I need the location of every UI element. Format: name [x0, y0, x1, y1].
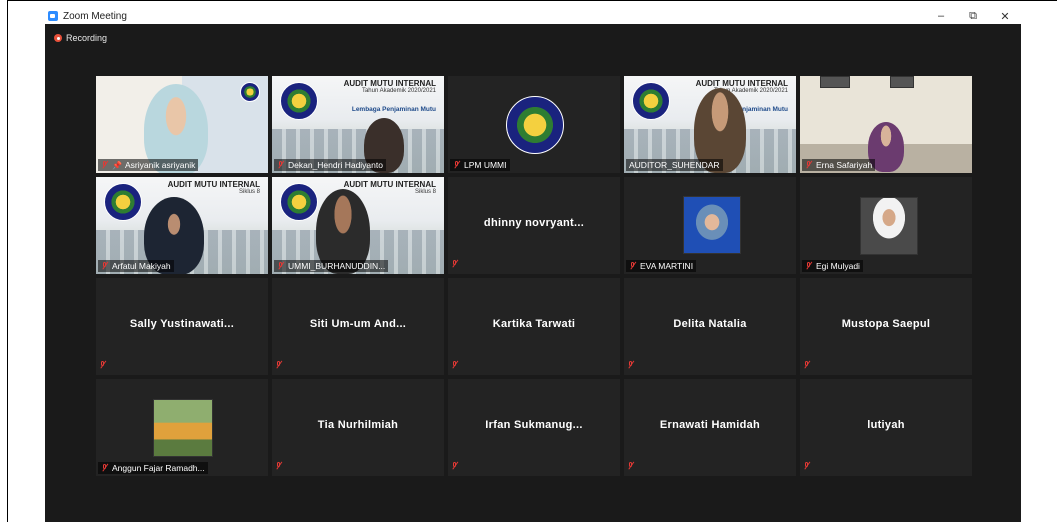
muted-mic-icon — [99, 361, 106, 369]
participant-name: lutiyah — [867, 419, 905, 431]
close-button[interactable]: ✕ — [989, 8, 1021, 24]
slide-subtitle: Siklus 8 — [238, 189, 260, 195]
muted-mic-icon — [453, 161, 460, 169]
participant-name-label: UMMI_BURHANUDDIN... — [274, 260, 389, 272]
muted-mic-icon — [451, 462, 458, 470]
participant-name: Kartika Tarwati — [492, 318, 576, 330]
wall-frame-image — [820, 76, 850, 88]
muted-mic-icon — [101, 464, 108, 472]
zoom-window: Zoom Meeting – ⧉ ✕ Recording 📌 Asriyanik… — [45, 8, 1021, 522]
logo-icon — [240, 82, 260, 102]
pin-icon: 📌 — [112, 160, 122, 170]
muted-mic-icon — [627, 361, 634, 369]
muted-mic-icon — [275, 462, 282, 470]
participant-name-label: 📌 Asriyanik asriyanik — [98, 159, 199, 171]
outer-frame-top — [7, 0, 1057, 1]
slide-title: AUDIT MUTU INTERNAL — [695, 79, 788, 88]
window-title: Zoom Meeting — [63, 10, 127, 22]
participant-name-label: Egi Mulyadi — [802, 260, 863, 272]
logo-icon — [104, 183, 142, 221]
participant-tile[interactable]: EVA MARTINI — [624, 177, 796, 274]
participant-name-label: Anggun Fajar Ramadh... — [98, 462, 208, 474]
participant-tile[interactable]: Delita Natalia — [624, 278, 796, 375]
participant-tile[interactable]: Ernawati Hamidah — [624, 379, 796, 476]
gallery-grid: 📌 Asriyanik asriyanik AUDIT MUTU INTERNA… — [96, 76, 972, 477]
participant-name-label: AUDITOR_SUHENDAR — [626, 159, 723, 171]
participant-tile[interactable]: Mustopa Saepul — [800, 278, 972, 375]
restore-button[interactable]: ⧉ — [957, 8, 989, 24]
participant-name-label: Dekan_Hendri Hadiyanto — [274, 159, 386, 171]
participant-name: Siti Um-um And... — [309, 318, 407, 330]
participant-tile[interactable]: LPM UMMI — [448, 76, 620, 173]
participant-name-label: Arfatul Makiyah — [98, 260, 174, 272]
participant-tile[interactable]: dhinny novryant... — [448, 177, 620, 274]
muted-mic-icon — [101, 161, 108, 169]
slide-subtitle: Siklus 8 — [414, 189, 436, 195]
participant-tile[interactable]: Irfan Sukmanug... — [448, 379, 620, 476]
outer-frame-left — [7, 0, 8, 522]
muted-mic-icon — [803, 462, 810, 470]
muted-mic-icon — [803, 361, 810, 369]
title-bar: Zoom Meeting – ⧉ ✕ — [45, 8, 1021, 24]
logo-icon — [280, 82, 318, 120]
participant-avatar — [860, 197, 918, 255]
participant-tile[interactable]: Siti Um-um And... — [272, 278, 444, 375]
participant-tile[interactable]: Tia Nurhilmiah — [272, 379, 444, 476]
participant-tile[interactable]: Sally Yustinawati... — [96, 278, 268, 375]
zoom-app-icon — [48, 11, 58, 21]
muted-mic-icon — [451, 361, 458, 369]
participant-tile[interactable]: lutiyah — [800, 379, 972, 476]
participant-tile[interactable]: Egi Mulyadi — [800, 177, 972, 274]
participant-avatar — [153, 399, 213, 457]
slide-title: AUDIT MUTU INTERNAL — [343, 180, 436, 189]
wall-frame-image — [890, 76, 914, 88]
participant-tile[interactable]: Anggun Fajar Ramadh... — [96, 379, 268, 476]
muted-mic-icon — [805, 161, 812, 169]
participant-name: Irfan Sukmanug... — [485, 419, 583, 431]
muted-mic-icon — [627, 462, 634, 470]
slide-subtitle: Tahun Akademik 2020/2021 — [361, 88, 436, 94]
participant-tile[interactable]: Erna Safariyah — [800, 76, 972, 173]
logo-icon — [506, 96, 564, 154]
participant-tile[interactable]: AUDIT MUTU INTERNAL Tahun Akademik 2020/… — [272, 76, 444, 173]
muted-mic-icon — [451, 260, 458, 268]
participant-tile-active-speaker[interactable]: AUDIT MUTU INTERNAL Tahun Akademik 2020/… — [624, 76, 796, 173]
participant-avatar — [683, 196, 741, 254]
participant-name: dhinny novryant... — [483, 217, 585, 229]
participant-tile[interactable]: AUDIT MUTU INTERNAL Siklus 8 Arfatul Mak… — [96, 177, 268, 274]
minimize-button[interactable]: – — [925, 8, 957, 24]
recording-indicator[interactable]: Recording — [54, 33, 107, 43]
recording-icon — [54, 34, 62, 42]
participant-tile[interactable]: Kartika Tarwati — [448, 278, 620, 375]
muted-mic-icon — [275, 361, 282, 369]
slide-line: Lembaga Penjaminan Mutu — [351, 106, 436, 113]
participant-tile[interactable]: 📌 Asriyanik asriyanik — [96, 76, 268, 173]
participant-name-label: LPM UMMI — [450, 159, 510, 171]
muted-mic-icon — [805, 262, 812, 270]
slide-title: AUDIT MUTU INTERNAL — [343, 79, 436, 88]
muted-mic-icon — [277, 161, 284, 169]
logo-icon — [632, 82, 670, 120]
window-controls: – ⧉ ✕ — [925, 8, 1021, 24]
participant-name: Mustopa Saepul — [841, 318, 931, 330]
participant-name: Tia Nurhilmiah — [317, 419, 399, 431]
muted-mic-icon — [101, 262, 108, 270]
slide-title: AUDIT MUTU INTERNAL — [167, 180, 260, 189]
participant-name: Delita Natalia — [673, 318, 747, 330]
participant-tile[interactable]: AUDIT MUTU INTERNAL Siklus 8 UMMI_BURHAN… — [272, 177, 444, 274]
participant-name: Ernawati Hamidah — [659, 419, 761, 431]
participant-name-label: Erna Safariyah — [802, 159, 876, 171]
muted-mic-icon — [277, 262, 284, 270]
recording-label: Recording — [66, 33, 108, 43]
logo-icon — [280, 183, 318, 221]
participant-name: Sally Yustinawati... — [129, 318, 235, 330]
muted-mic-icon — [629, 262, 636, 270]
participant-name-label: EVA MARTINI — [626, 260, 697, 272]
